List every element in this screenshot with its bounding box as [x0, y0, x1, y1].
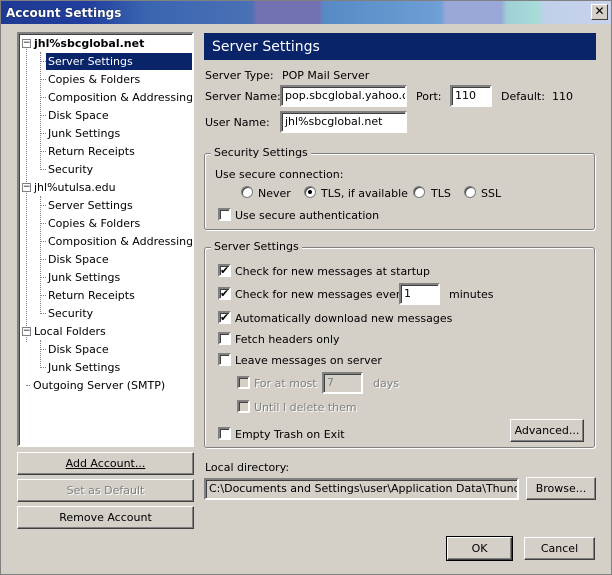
auto-download-label[interactable]: Automatically download new messages: [235, 312, 452, 325]
check-interval-input[interactable]: 1: [399, 283, 440, 305]
ok-button[interactable]: OK: [446, 536, 513, 561]
account-tree[interactable]: − jhl%sbcglobal.net Server Settings Copi…: [17, 32, 194, 447]
fetch-headers-checkbox[interactable]: [218, 332, 231, 345]
server-name-input[interactable]: pop.sbcglobal.yahoo.com: [280, 85, 407, 107]
server-name-label: Server Name:: [205, 90, 281, 103]
tree-item-disk-space[interactable]: Disk Space: [46, 107, 111, 124]
days-label: days: [373, 377, 399, 390]
collapse-icon[interactable]: −: [22, 327, 31, 336]
local-directory-label: Local directory:: [205, 461, 290, 474]
user-name-label: User Name:: [205, 116, 270, 129]
user-name-input[interactable]: jhl%sbcglobal.net: [280, 111, 407, 133]
window-title: Account Settings: [6, 5, 122, 20]
minutes-label: minutes: [449, 288, 494, 301]
for-at-most-label: For at most: [254, 377, 317, 390]
for-at-most-checkbox[interactable]: [237, 376, 250, 389]
tree-outgoing-server[interactable]: Outgoing Server (SMTP): [31, 377, 167, 394]
collapse-icon[interactable]: −: [22, 183, 31, 192]
until-delete-label: Until I delete them: [254, 401, 357, 414]
check-startup-label[interactable]: Check for new messages at startup: [235, 265, 430, 278]
tree-line: [40, 340, 41, 366]
close-icon[interactable]: ✕: [591, 4, 608, 20]
tree-item-return-receipts[interactable]: Return Receipts: [46, 143, 137, 160]
server-type-label: Server Type:: [205, 69, 274, 82]
tree-item-composition[interactable]: Composition & Addressing: [46, 89, 192, 106]
server-settings-legend: Server Settings: [211, 240, 302, 253]
panel-title: Server Settings: [204, 33, 596, 60]
remove-account-button[interactable]: Remove Account: [17, 506, 194, 529]
use-secure-connection-label: Use secure connection:: [215, 168, 344, 181]
default-port-label: Default:: [501, 90, 545, 103]
radio-tls-label[interactable]: TLS: [431, 187, 451, 200]
tree-item-copies-folders[interactable]: Copies & Folders: [46, 215, 142, 232]
radio-never[interactable]: [241, 186, 253, 198]
default-port-value: 110: [552, 90, 573, 103]
security-settings-legend: Security Settings: [211, 146, 311, 159]
tree-item-junk-settings[interactable]: Junk Settings: [46, 125, 122, 142]
tree-item-server-settings[interactable]: Server Settings: [46, 53, 192, 70]
port-input[interactable]: 110: [450, 85, 492, 107]
tree-item-junk-settings[interactable]: Junk Settings: [46, 359, 122, 376]
tree-account-sbcglobal[interactable]: jhl%sbcglobal.net: [32, 35, 146, 52]
empty-trash-label[interactable]: Empty Trash on Exit: [235, 428, 345, 441]
check-every-label[interactable]: Check for new messages every: [235, 288, 407, 301]
check-startup-checkbox[interactable]: ✔: [218, 264, 231, 277]
radio-never-label[interactable]: Never: [258, 187, 291, 200]
tree-item-disk-space[interactable]: Disk Space: [46, 341, 111, 358]
tree-item-return-receipts[interactable]: Return Receipts: [46, 287, 137, 304]
account-settings-window: Account Settings ✕ − jhl%sbcglobal.net S…: [0, 0, 612, 575]
tree-item-security[interactable]: Security: [46, 305, 95, 322]
tree-local-folders[interactable]: Local Folders: [32, 323, 108, 340]
port-label: Port:: [416, 90, 442, 103]
server-type-value: POP Mail Server: [282, 69, 370, 82]
radio-ssl-label[interactable]: SSL: [481, 187, 501, 200]
fetch-headers-label[interactable]: Fetch headers only: [235, 333, 340, 346]
radio-tls[interactable]: [413, 186, 425, 198]
collapse-icon[interactable]: −: [22, 39, 31, 48]
cancel-button[interactable]: Cancel: [524, 537, 595, 560]
title-bar: Account Settings ✕: [1, 1, 611, 24]
secure-auth-label[interactable]: Use secure authentication: [235, 209, 379, 222]
tree-item-composition[interactable]: Composition & Addressing: [46, 233, 192, 250]
tree-line: [26, 49, 27, 342]
tree-item-security[interactable]: Security: [46, 161, 95, 178]
set-as-default-button[interactable]: Set as Default: [17, 479, 194, 502]
secure-auth-checkbox[interactable]: [218, 208, 231, 221]
radio-ssl[interactable]: [464, 186, 476, 198]
local-directory-input[interactable]: C:\Documents and Settings\user\Applicati…: [204, 478, 519, 500]
empty-trash-checkbox[interactable]: [218, 427, 231, 440]
leave-on-server-label[interactable]: Leave messages on server: [235, 354, 382, 367]
tree-account-utulsa[interactable]: jhl%utulsa.edu: [32, 179, 118, 196]
advanced-button[interactable]: Advanced...: [510, 419, 584, 442]
tree-item-junk-settings[interactable]: Junk Settings: [46, 269, 122, 286]
days-input[interactable]: 7: [322, 372, 363, 394]
leave-on-server-checkbox[interactable]: [218, 353, 231, 366]
auto-download-checkbox[interactable]: ✔: [218, 311, 231, 324]
browse-button[interactable]: Browse...: [526, 477, 596, 500]
radio-tls-if-available[interactable]: [304, 186, 316, 198]
tree-item-copies-folders[interactable]: Copies & Folders: [46, 71, 142, 88]
add-account-button[interactable]: Add Account...: [17, 452, 194, 475]
check-every-checkbox[interactable]: ✔: [218, 287, 231, 300]
tree-item-disk-space[interactable]: Disk Space: [46, 251, 111, 268]
tree-item-server-settings[interactable]: Server Settings: [46, 197, 135, 214]
until-delete-checkbox[interactable]: [237, 400, 250, 413]
radio-tls-if-available-label[interactable]: TLS, if available: [321, 187, 408, 200]
